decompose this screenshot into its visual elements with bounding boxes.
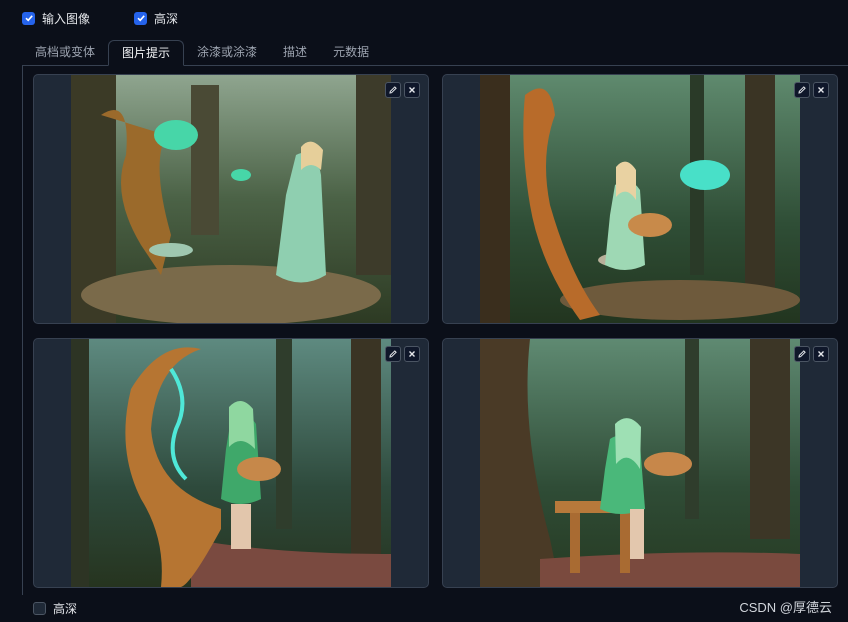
pencil-icon[interactable]	[794, 82, 810, 98]
top-options: 输入图像 高深	[22, 9, 222, 27]
bottom-options: 高深	[33, 600, 121, 617]
tab-metadata[interactable]: 元数据	[320, 40, 382, 66]
tab-bar: 高档或变体 图片提示 涂漆或涂漆 描述 元数据	[22, 40, 382, 66]
image-slot-1[interactable]	[33, 74, 429, 324]
image-actions	[382, 346, 420, 362]
generated-image-2[interactable]	[480, 75, 800, 323]
tab-image-prompt[interactable]: 图片提示	[108, 40, 185, 66]
image-actions	[791, 346, 829, 362]
input-image-label: 输入图像	[42, 11, 91, 26]
image-slot-3[interactable]	[33, 338, 429, 588]
watermark: CSDN @厚德云	[739, 600, 832, 615]
generated-image-4[interactable]	[480, 339, 800, 587]
bottom-high-depth-checkbox[interactable]: 高深	[33, 600, 77, 617]
generated-image-1[interactable]	[71, 75, 391, 323]
close-icon[interactable]	[404, 346, 420, 362]
check-icon[interactable]	[22, 11, 35, 25]
pencil-icon[interactable]	[385, 346, 401, 362]
close-icon[interactable]	[813, 82, 829, 98]
tab-describe[interactable]: 描述	[270, 40, 320, 66]
image-slot-4[interactable]	[442, 338, 838, 588]
check-icon[interactable]	[134, 11, 148, 25]
pencil-icon[interactable]	[385, 82, 401, 98]
generated-image-3[interactable]	[71, 339, 391, 587]
image-gallery	[33, 74, 838, 588]
image-actions	[382, 82, 420, 98]
image-slot-2[interactable]	[442, 74, 838, 324]
close-icon[interactable]	[813, 346, 829, 362]
image-actions	[791, 82, 829, 98]
checkbox-empty-icon[interactable]	[33, 602, 46, 615]
input-image-checkbox[interactable]: 输入图像	[22, 10, 90, 27]
tab-upscale-or-variation[interactable]: 高档或变体	[22, 40, 108, 66]
bottom-high-depth-label: 高深	[53, 602, 78, 616]
close-icon[interactable]	[404, 82, 420, 98]
tab-inpaint-or-outpaint[interactable]: 涂漆或涂漆	[184, 40, 270, 66]
pencil-icon[interactable]	[794, 346, 810, 362]
high-depth-checkbox[interactable]: 高深	[134, 10, 178, 27]
high-depth-label: 高深	[154, 11, 179, 26]
